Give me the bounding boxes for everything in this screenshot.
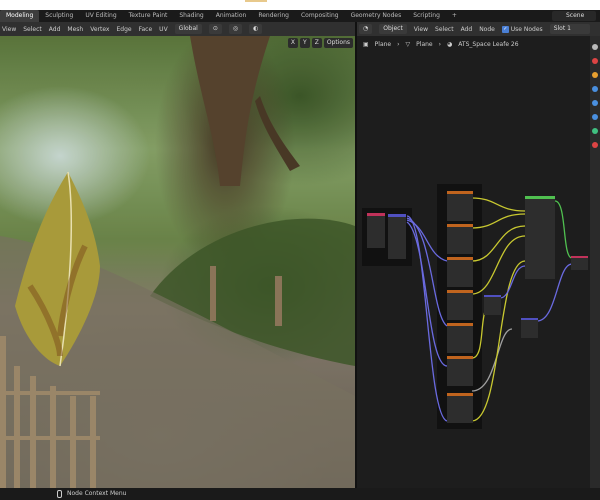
object-icon[interactable] xyxy=(592,72,598,78)
menu-add[interactable]: Add xyxy=(49,26,61,33)
tab-geometry-nodes[interactable]: Geometry Nodes xyxy=(345,10,408,22)
transform-orientation-dropdown[interactable]: Global xyxy=(174,24,202,34)
scene-selector[interactable]: Scene xyxy=(552,11,596,21)
particles-icon[interactable] xyxy=(592,100,598,106)
tab-compositing[interactable]: Compositing xyxy=(295,10,345,22)
material-icon[interactable] xyxy=(592,142,598,148)
tab-texture-paint[interactable]: Texture Paint xyxy=(123,10,174,22)
menu-add[interactable]: Add xyxy=(461,26,473,33)
fence-post xyxy=(275,276,282,326)
object-mode-dropdown[interactable]: Object xyxy=(379,24,407,34)
viewport-header: View Select Add Mesh Vertex Edge Face UV… xyxy=(0,22,355,36)
axis-y-toggle[interactable]: Y xyxy=(300,38,310,48)
3d-viewport[interactable]: X Y Z Options xyxy=(0,36,355,488)
menu-mesh[interactable]: Mesh xyxy=(67,26,83,33)
viewport-scene xyxy=(0,36,355,488)
menu-select[interactable]: Select xyxy=(23,26,42,33)
tab-modeling[interactable]: Modeling xyxy=(0,10,40,22)
editor-type-icon[interactable]: ◔ xyxy=(359,24,373,34)
node-editor-header: ◔ Object View Select Add Node ✓ Use Node… xyxy=(357,22,600,36)
top-window-strip xyxy=(0,0,600,10)
axis-z-toggle[interactable]: Z xyxy=(311,38,322,48)
proportional-edit-icon[interactable]: ◎ xyxy=(228,24,243,34)
physics-icon[interactable] xyxy=(592,114,598,120)
use-nodes-checkbox[interactable]: ✓ Use Nodes xyxy=(501,25,543,33)
menu-edge[interactable]: Edge xyxy=(116,26,131,33)
menu-view[interactable]: View xyxy=(414,26,428,33)
tab-rendering[interactable]: Rendering xyxy=(252,10,295,22)
tab-animation[interactable]: Animation xyxy=(210,10,253,22)
modifier-icon[interactable] xyxy=(592,86,598,92)
status-hint: Node Context Menu xyxy=(67,490,127,497)
viewport-options: X Y Z Options xyxy=(287,38,353,48)
snap-icon[interactable]: ⊙ xyxy=(208,24,222,34)
node-graph xyxy=(362,184,588,429)
tool-icon[interactable] xyxy=(592,44,598,50)
menu-node[interactable]: Node xyxy=(479,26,495,33)
properties-tabs xyxy=(590,36,600,488)
menu-face[interactable]: Face xyxy=(139,26,153,33)
use-nodes-label: Use Nodes xyxy=(510,25,543,33)
tab-uv-editing[interactable]: UV Editing xyxy=(79,10,122,22)
tab-sculpting[interactable]: Sculpting xyxy=(39,10,79,22)
status-bar: Node Context Menu xyxy=(0,488,600,500)
render-icon[interactable] xyxy=(592,58,598,64)
workspace-tabs: Modeling Sculpting UV Editing Texture Pa… xyxy=(0,10,600,22)
menu-vertex[interactable]: Vertex xyxy=(90,26,109,33)
fence-post xyxy=(210,266,216,321)
menu-uv[interactable]: UV xyxy=(159,26,168,33)
slot-dropdown[interactable]: Slot 1 xyxy=(549,24,590,34)
overlay-icon[interactable]: ◐ xyxy=(249,24,263,34)
axis-x-toggle[interactable]: X xyxy=(287,38,299,48)
options-dropdown[interactable]: Options xyxy=(323,38,353,48)
mouse-right-icon xyxy=(57,490,62,498)
tab-scripting[interactable]: Scripting xyxy=(407,10,446,22)
menu-select[interactable]: Select xyxy=(435,26,454,33)
tab-shading[interactable]: Shading xyxy=(173,10,209,22)
add-workspace-button[interactable]: + xyxy=(446,10,463,22)
data-icon[interactable] xyxy=(592,128,598,134)
shader-node-editor[interactable]: ▣ Plane › ▽ Plane › ◕ ATS_Space Leafe 26 xyxy=(357,36,590,488)
menu-view[interactable]: View xyxy=(2,26,16,33)
